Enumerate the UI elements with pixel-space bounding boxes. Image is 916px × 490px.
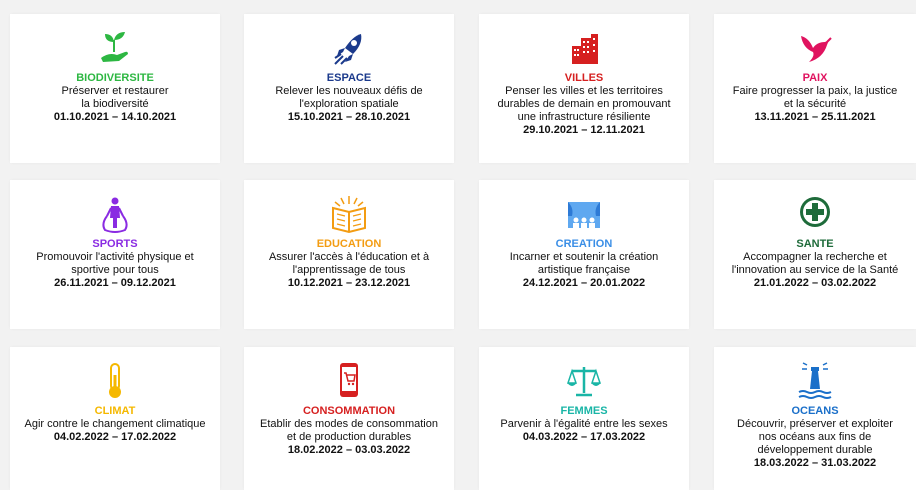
theme-dates: 26.11.2021 – 09.12.2021 xyxy=(54,277,176,289)
theme-card-creation[interactable]: CREATION Incarner et soutenir la créatio… xyxy=(479,180,689,329)
theme-dates: 18.03.2022 – 31.03.2022 xyxy=(753,457,877,469)
theme-title: CREATION xyxy=(555,238,613,250)
theme-title: EDUCATION xyxy=(316,238,382,250)
theme-description: Relever les nouveaux défis de l'explorati… xyxy=(275,85,423,110)
theme-dates: 24.12.2021 – 20.01.2022 xyxy=(522,277,646,289)
theme-description: Assurer l'accès à l'éducation et à l'appr… xyxy=(268,251,430,276)
theme-description: Promouvoir l'activité physique et sportiv… xyxy=(36,251,194,276)
scales-icon xyxy=(479,361,689,401)
theme-card-consommation[interactable]: CONSOMMATION Etablir des modes de consom… xyxy=(244,347,454,490)
theme-title: ESPACE xyxy=(326,72,372,84)
theme-description: Incarner et soutenir la création artistiq… xyxy=(509,251,659,276)
phone-cart-icon xyxy=(244,361,454,401)
hand-plant-icon xyxy=(10,28,220,68)
theme-description: Faire progresser la paix, la justice et l… xyxy=(732,85,898,110)
theme-dates: 18.02.2022 – 03.03.2022 xyxy=(287,444,411,456)
theme-card-espace[interactable]: ESPACE Relever les nouveaux défis de l'ex… xyxy=(244,14,454,163)
theme-title: PAIX xyxy=(802,72,828,84)
lighthouse-icon xyxy=(714,361,916,401)
theme-card-oceans[interactable]: OCEANS Découvrir, préserver et exploiter… xyxy=(714,347,916,490)
theme-dates: 15.10.2021 – 28.10.2021 xyxy=(287,111,411,123)
theme-dates: 04.03.2022 – 17.03.2022 xyxy=(522,431,646,443)
medical-cross-icon xyxy=(714,194,916,234)
theme-card-biodiversite[interactable]: BIODIVERSITE Préserver et restaurer la bi… xyxy=(10,14,220,163)
jump-rope-icon xyxy=(10,194,220,234)
theme-title: VILLES xyxy=(564,72,604,84)
theme-description: Accompagner la recherche et l'innovation … xyxy=(731,251,899,276)
theme-description: Préserver et restaurer la biodiversité xyxy=(61,85,169,110)
theme-description: Etablir des modes de consommation et de p… xyxy=(260,418,438,443)
theme-dates: 04.02.2022 – 17.02.2022 xyxy=(53,431,177,443)
dove-icon xyxy=(714,28,916,68)
city-buildings-icon xyxy=(479,28,689,68)
theme-dates: 10.12.2021 – 23.12.2021 xyxy=(287,277,411,289)
theme-title: BIODIVERSITE xyxy=(76,72,154,84)
theme-card-sports[interactable]: SPORTS Promouvoir l'activité physique et… xyxy=(10,180,220,329)
theme-card-education[interactable]: EDUCATION Assurer l'accès à l'éducation … xyxy=(244,180,454,329)
theme-card-climat[interactable]: CLIMAT Agir contre le changement climati… xyxy=(10,347,220,490)
theme-dates: 13.11.2021 – 25.11.2021 xyxy=(754,111,876,123)
theme-title: SPORTS xyxy=(92,238,138,250)
theme-title: CLIMAT xyxy=(94,405,136,417)
theme-card-villes[interactable]: VILLES Penser les villes et les territoi… xyxy=(479,14,689,163)
theme-dates: 01.10.2021 – 14.10.2021 xyxy=(53,111,177,123)
theme-dates: 21.01.2022 – 03.02.2022 xyxy=(753,277,877,289)
theme-description: Parvenir à l'égalité entre les sexes xyxy=(500,418,668,430)
theme-description: Agir contre le changement climatique xyxy=(24,418,206,430)
stage-audience-icon xyxy=(479,194,689,234)
theme-description: Découvrir, préserver et exploiter nos océ… xyxy=(737,418,893,456)
theme-card-femmes[interactable]: FEMMES Parvenir à l'égalité entre les se… xyxy=(479,347,689,490)
theme-dates: 29.10.2021 – 12.11.2021 xyxy=(523,124,645,136)
theme-card-paix[interactable]: PAIX Faire progresser la paix, la justic… xyxy=(714,14,916,163)
thermometer-icon xyxy=(10,361,220,401)
theme-title: CONSOMMATION xyxy=(302,405,396,417)
theme-title: OCEANS xyxy=(791,405,839,417)
theme-title: SANTE xyxy=(796,238,834,250)
rocket-icon xyxy=(244,28,454,68)
theme-description: Penser les villes et les territoires dura… xyxy=(497,85,671,123)
open-book-icon xyxy=(244,194,454,234)
theme-title: FEMMES xyxy=(560,405,608,417)
theme-card-sante[interactable]: SANTE Accompagner la recherche et l'innov… xyxy=(714,180,916,329)
